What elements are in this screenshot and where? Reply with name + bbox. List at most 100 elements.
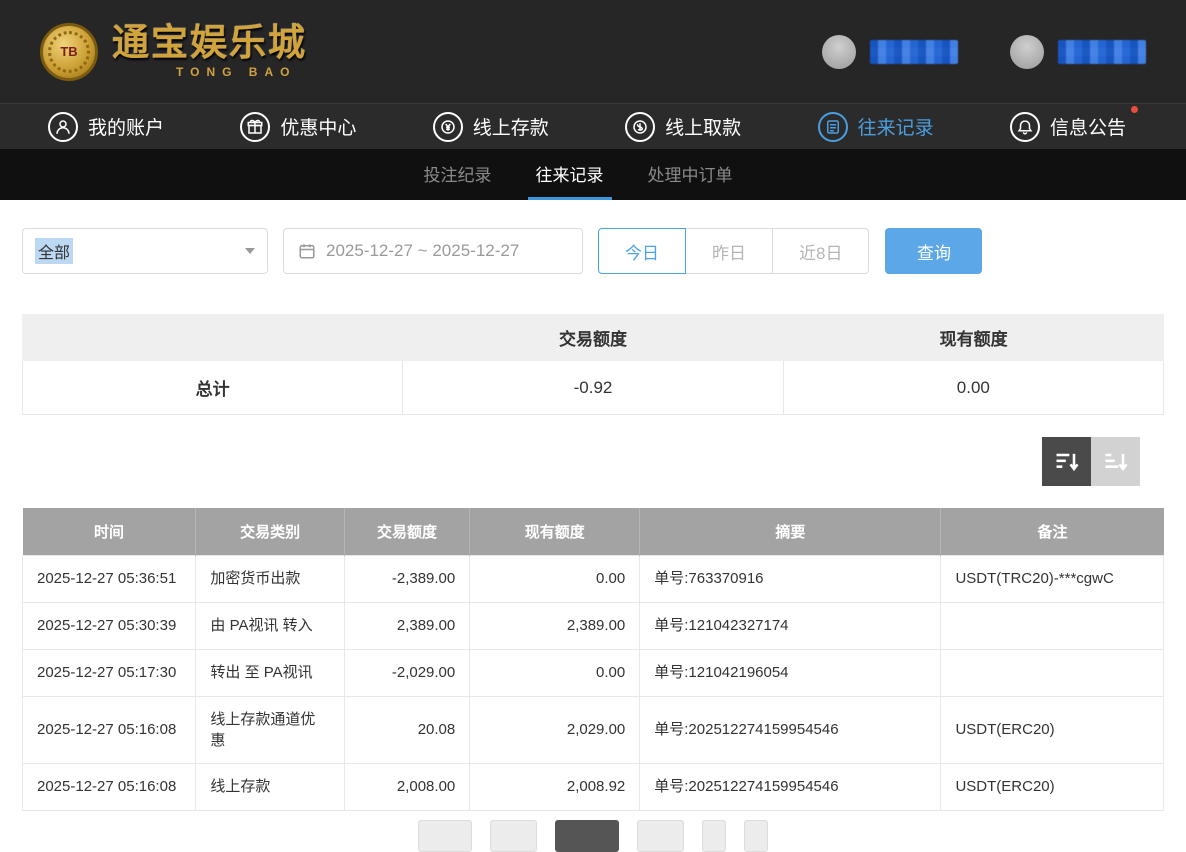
table-cell: USDT(ERC20)	[941, 696, 1164, 763]
col-header-type: 交易类别	[196, 508, 344, 555]
summary-header-amount: 交易额度	[403, 325, 784, 350]
pagination-button[interactable]	[702, 820, 726, 852]
bell-icon	[1010, 112, 1040, 142]
table-cell: -2,029.00	[344, 649, 470, 696]
table-cell: 0.00	[470, 649, 640, 696]
table-cell: 2,389.00	[470, 602, 640, 649]
summary-total-balance: 0.00	[784, 361, 1164, 414]
table-cell: 2,008.00	[344, 763, 470, 810]
nav-item-my-account[interactable]: 我的账户	[48, 112, 164, 142]
redacted-text-block	[870, 40, 958, 64]
quick-btn-today[interactable]: 今日	[598, 228, 686, 274]
table-row: 2025-12-27 05:36:51加密货币出款-2,389.000.00单号…	[23, 555, 1164, 602]
main-nav: 我的账户 优惠中心 线上存款 线上取款	[0, 103, 1186, 149]
table-cell: 2025-12-27 05:16:08	[23, 696, 196, 763]
summary-table: 交易额度 现有额度 总计 -0.92 0.00	[22, 314, 1164, 415]
table-cell	[941, 649, 1164, 696]
nav-item-announcements[interactable]: 信息公告	[1010, 112, 1126, 142]
table-cell: 由 PA视讯 转入	[196, 602, 344, 649]
table-row: 2025-12-27 05:16:08线上存款2,008.002,008.92单…	[23, 763, 1164, 810]
col-header-amount: 交易额度	[344, 508, 470, 555]
quick-btn-last8days[interactable]: 近8日	[772, 228, 869, 274]
pagination-button[interactable]	[418, 820, 472, 852]
quick-date-group: 今日 昨日 近8日	[598, 228, 869, 274]
table-cell: 2,008.92	[470, 763, 640, 810]
table-cell: USDT(TRC20)-***cgwC	[941, 555, 1164, 602]
filter-bar: 全部 2025-12-27 ~ 2025-12-27 今日 昨日 近8日 查询	[0, 200, 1186, 284]
quick-btn-yesterday[interactable]: 昨日	[685, 228, 773, 274]
notification-dot	[1131, 106, 1138, 113]
table-cell: 单号:202512274159954546	[640, 763, 941, 810]
records-header-row: 时间 交易类别 交易额度 现有额度 摘要 备注	[23, 508, 1164, 555]
sort-descending-icon	[1053, 448, 1081, 476]
table-cell: 线上存款通道优惠	[196, 696, 344, 763]
col-header-note: 备注	[941, 508, 1164, 555]
category-selected-value: 全部	[35, 238, 73, 264]
tab-transaction-records[interactable]: 往来记录	[528, 149, 612, 200]
summary-total-amount: -0.92	[403, 361, 783, 414]
user-account-redacted	[1010, 35, 1146, 69]
table-cell: 加密货币出款	[196, 555, 344, 602]
sort-ascending-button[interactable]	[1091, 437, 1140, 486]
nav-label: 我的账户	[88, 113, 164, 140]
brand-logo[interactable]: TB 通宝娱乐城 TONG BAO	[40, 23, 307, 81]
nav-item-transaction-records[interactable]: 往来记录	[818, 112, 934, 142]
nav-item-online-deposit[interactable]: 线上存款	[433, 112, 549, 142]
chip-tb-label: TB	[60, 44, 77, 59]
date-range-picker[interactable]: 2025-12-27 ~ 2025-12-27	[283, 228, 583, 274]
tab-processing-orders[interactable]: 处理中订单	[640, 149, 741, 200]
sort-bar	[0, 437, 1140, 486]
pagination-button[interactable]	[744, 820, 768, 852]
withdraw-coin-icon	[625, 112, 655, 142]
table-cell: 0.00	[470, 555, 640, 602]
table-cell: 2,029.00	[470, 696, 640, 763]
user-avatar	[1010, 35, 1044, 69]
calendar-icon	[298, 242, 316, 260]
sort-ascending-icon	[1102, 448, 1130, 476]
col-header-summary: 摘要	[640, 508, 941, 555]
nav-label: 优惠中心	[280, 113, 356, 140]
table-cell: 2,389.00	[344, 602, 470, 649]
user-avatar	[822, 35, 856, 69]
brand-subtitle: TONG BAO	[112, 65, 307, 79]
pagination-bar	[0, 820, 1186, 852]
deposit-coin-icon	[433, 112, 463, 142]
redacted-text-block	[1058, 40, 1146, 64]
summary-total-row: 总计 -0.92 0.00	[22, 361, 1164, 415]
table-cell: 线上存款	[196, 763, 344, 810]
table-row: 2025-12-27 05:30:39由 PA视讯 转入2,389.002,38…	[23, 602, 1164, 649]
table-row: 2025-12-27 05:16:08线上存款通道优惠20.082,029.00…	[23, 696, 1164, 763]
pagination-button[interactable]	[637, 820, 684, 852]
table-cell: 单号:121042196054	[640, 649, 941, 696]
table-cell: 2025-12-27 05:30:39	[23, 602, 196, 649]
table-cell: 20.08	[344, 696, 470, 763]
col-header-time: 时间	[23, 508, 196, 555]
pagination-button[interactable]	[555, 820, 619, 852]
nav-item-promotions[interactable]: 优惠中心	[240, 112, 356, 142]
nav-label: 线上存款	[473, 113, 549, 140]
table-cell: 单号:202512274159954546	[640, 696, 941, 763]
table-cell: 转出 至 PA视讯	[196, 649, 344, 696]
table-cell: 2025-12-27 05:17:30	[23, 649, 196, 696]
summary-total-label: 总计	[22, 361, 403, 414]
table-cell: USDT(ERC20)	[941, 763, 1164, 810]
summary-header-balance: 现有额度	[783, 325, 1164, 350]
top-header: TB 通宝娱乐城 TONG BAO	[0, 0, 1186, 103]
category-select[interactable]: 全部	[22, 228, 268, 274]
records-table: 时间 交易类别 交易额度 现有额度 摘要 备注 2025-12-27 05:36…	[22, 508, 1164, 811]
sort-descending-button[interactable]	[1042, 437, 1091, 486]
nav-label: 线上取款	[665, 113, 741, 140]
table-cell: 单号:121042327174	[640, 602, 941, 649]
table-cell: -2,389.00	[344, 555, 470, 602]
table-cell	[941, 602, 1164, 649]
summary-header-row: 交易额度 现有额度	[22, 314, 1164, 361]
nav-item-online-withdrawal[interactable]: 线上取款	[625, 112, 741, 142]
table-cell: 2025-12-27 05:36:51	[23, 555, 196, 602]
table-cell: 2025-12-27 05:16:08	[23, 763, 196, 810]
tab-betting-records[interactable]: 投注纪录	[416, 149, 500, 200]
pagination-button[interactable]	[490, 820, 537, 852]
nav-label: 信息公告	[1050, 113, 1126, 140]
query-button[interactable]: 查询	[885, 228, 982, 274]
brand-title: 通宝娱乐城	[112, 24, 307, 61]
gift-icon	[240, 112, 270, 142]
